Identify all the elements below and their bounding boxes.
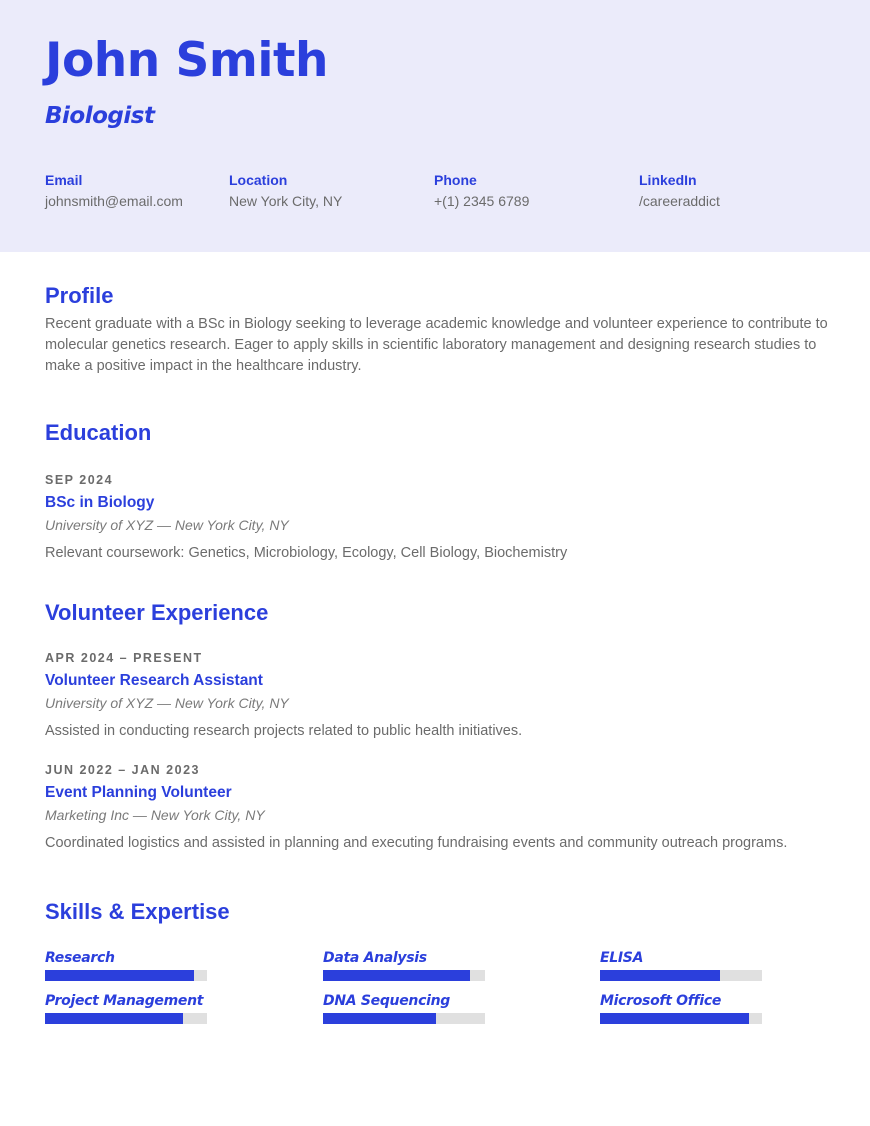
entry-institution: University of XYZ — New York City, NY [45,517,289,533]
profile-section: Profile Recent graduate with a BSc in Bi… [45,283,830,377]
contact-value[interactable]: /careeraddict [639,192,720,210]
skill-bar-track [600,1013,762,1024]
skill-item: ELISA [600,949,762,981]
skill-bar-track [45,1013,207,1024]
resume-header: John Smith Biologist Email johnsmith@ema… [0,0,870,252]
profile-summary: Recent graduate with a BSc in Biology se… [45,316,828,374]
skill-bar-track [323,1013,485,1024]
skill-name: Project Management [45,993,204,1009]
contact-label: LinkedIn [639,172,697,188]
skills-grid: Research Data Analysis ELISA Project Man… [45,949,830,1039]
section-heading: Skills & Expertise [45,899,230,924]
job-title: Biologist [45,103,155,129]
contact-label: Email [45,172,83,188]
entry-role: Event Planning Volunteer [45,784,232,801]
entry-date: SEP 2024 [45,473,114,487]
contact-phone: Phone +(1) 2345 6789 [434,171,529,210]
entry-description: Assisted in conducting research projects… [45,723,523,739]
skill-bar-fill [600,970,720,981]
contact-linkedin: LinkedIn /careeraddict [639,171,720,210]
skill-bar-fill [600,1013,750,1024]
skill-item: Data Analysis [323,949,485,981]
candidate-name: John Smith [45,33,328,88]
section-heading: Profile [45,283,114,308]
skill-name: DNA Sequencing [323,993,450,1009]
skill-name: Microsoft Office [600,993,722,1009]
entry-description: Relevant coursework: Genetics, Microbiol… [45,545,568,561]
skill-item: Project Management [45,992,207,1024]
contact-label: Location [229,172,288,188]
skill-name: Research [45,950,115,966]
contact-email: Email johnsmith@email.com [45,171,183,210]
education-section: Education SEP 2024 BSc in Biology Univer… [45,420,830,562]
skill-item: Research [45,949,207,981]
skill-item: Microsoft Office [600,992,762,1024]
experience-entry: APR 2024 – PRESENT Volunteer Research As… [45,650,830,740]
entry-organization: Marketing Inc — New York City, NY [45,807,265,823]
volunteer-section: Volunteer Experience APR 2024 – PRESENT … [45,600,830,852]
entry-description: Coordinated logistics and assisted in pl… [45,835,788,851]
skill-bar-fill [323,970,471,981]
skill-bar-fill [45,970,195,981]
contact-value[interactable]: +(1) 2345 6789 [434,192,529,210]
entry-organization: University of XYZ — New York City, NY [45,695,289,711]
skill-name: ELISA [600,950,644,966]
entry-date: APR 2024 – PRESENT [45,651,203,665]
skill-bar-track [45,970,207,981]
contact-location: Location New York City, NY [229,171,342,210]
section-heading: Volunteer Experience [45,600,269,625]
contact-label: Phone [434,172,477,188]
entry-date: JUN 2022 – JAN 2023 [45,763,200,777]
skills-section: Skills & Expertise Research Data Analysi… [45,899,830,1039]
contact-info: Email johnsmith@email.com Location New Y… [45,171,870,221]
section-heading: Education [45,420,152,445]
contact-value[interactable]: johnsmith@email.com [45,192,183,210]
skill-item: DNA Sequencing [323,992,485,1024]
experience-entry: JUN 2022 – JAN 2023 Event Planning Volun… [45,762,830,852]
skill-bar-track [323,970,485,981]
skill-bar-track [600,970,762,981]
skill-bar-fill [323,1013,437,1024]
entry-role: Volunteer Research Assistant [45,672,263,689]
skill-name: Data Analysis [323,950,427,966]
contact-value: New York City, NY [229,193,343,209]
entry-degree: BSc in Biology [45,494,155,511]
skill-bar-fill [45,1013,183,1024]
education-entry: SEP 2024 BSc in Biology University of XY… [45,472,830,562]
